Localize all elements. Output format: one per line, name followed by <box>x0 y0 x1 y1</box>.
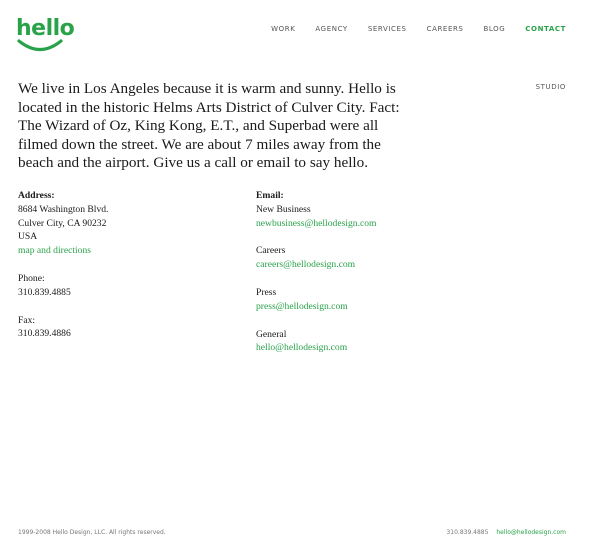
nav-item-work[interactable]: WORK <box>271 24 295 34</box>
footer-phone: 310.839.4885 <box>446 529 489 536</box>
email-link-press[interactable]: press@hellodesign.com <box>256 300 376 314</box>
email-press-block: Press press@hellodesign.com <box>256 286 376 314</box>
email-link-careers[interactable]: careers@hellodesign.com <box>256 258 376 272</box>
footer-contact: 310.839.4885 hello@hellodesign.com <box>446 529 566 536</box>
address-heading: Address: <box>18 190 55 201</box>
email-group-label: New Business <box>256 203 311 215</box>
address-block: Address: 8684 Washington Blvd. Culver Ci… <box>18 189 108 258</box>
fax-heading: Fax: <box>18 314 36 326</box>
email-heading: Email: <box>256 190 284 201</box>
email-group-label: General <box>256 328 287 340</box>
map-directions-link[interactable]: map and directions <box>18 244 108 258</box>
email-group-label: Careers <box>256 245 286 257</box>
email-group-label: Press <box>256 286 277 298</box>
footer-copyright: 1999-2008 Hello Design, LLC. All rights … <box>18 529 166 536</box>
contact-right-column: Email: New Business newbusiness@hellodes… <box>256 189 376 369</box>
nav-item-agency[interactable]: AGENCY <box>315 24 347 34</box>
contact-left-column: Address: 8684 Washington Blvd. Culver Ci… <box>18 189 108 355</box>
email-link-general[interactable]: hello@hellodesign.com <box>256 341 376 355</box>
footer-email-link[interactable]: hello@hellodesign.com <box>496 529 566 536</box>
nav-item-contact[interactable]: CONTACT <box>525 24 566 34</box>
email-link-new-business[interactable]: newbusiness@hellodesign.com <box>256 217 376 231</box>
address-line-2: Culver City, CA 90232 <box>18 217 107 229</box>
intro-paragraph: We live in Los Angeles because it is war… <box>18 80 400 171</box>
email-new-business-block: Email: New Business newbusiness@hellodes… <box>256 189 376 230</box>
email-careers-block: Careers careers@hellodesign.com <box>256 244 376 272</box>
address-line-1: 8684 Washington Blvd. <box>18 203 109 215</box>
smile-icon <box>17 39 63 52</box>
address-line-3: USA <box>18 231 38 243</box>
phone-block: Phone: 310.839.4885 <box>18 272 108 300</box>
nav-item-blog[interactable]: BLOG <box>483 24 505 34</box>
fax-block: Fax: 310.839.4886 <box>18 314 108 342</box>
studio-link[interactable]: STUDIO <box>536 83 566 91</box>
fax-number: 310.839.4886 <box>18 328 71 340</box>
nav-item-careers[interactable]: CAREERS <box>427 24 464 34</box>
phone-number: 310.839.4885 <box>18 286 71 298</box>
email-general-block: General hello@hellodesign.com <box>256 328 376 356</box>
nav-item-services[interactable]: SERVICES <box>368 24 407 34</box>
main-nav: WORK AGENCY SERVICES CAREERS BLOG CONTAC… <box>251 24 566 34</box>
logo[interactable]: hello <box>16 16 75 56</box>
phone-heading: Phone: <box>18 272 45 284</box>
